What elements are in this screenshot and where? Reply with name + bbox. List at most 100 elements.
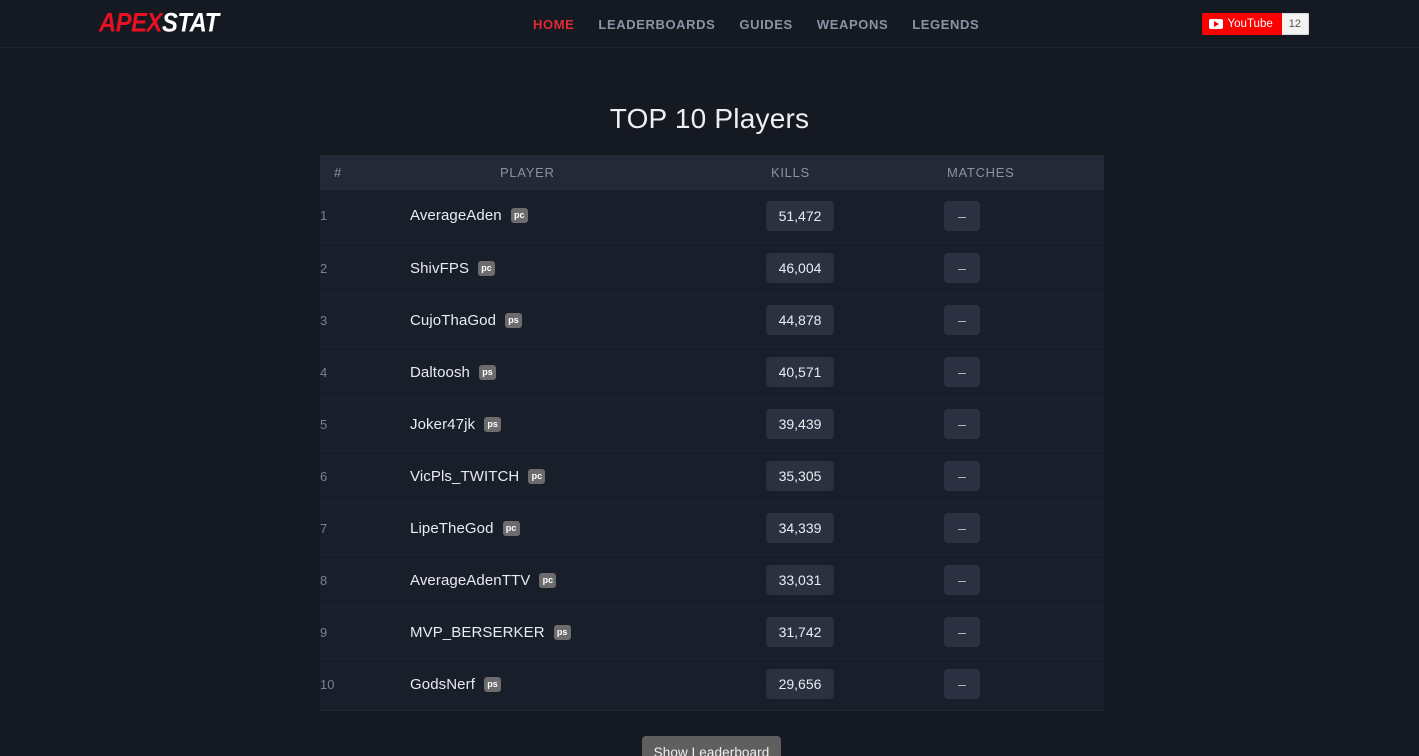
player-name[interactable]: AverageAdenTTV (410, 572, 530, 589)
platform-badge-pc: pc (510, 208, 528, 224)
kills-value: 44,878 (766, 305, 834, 335)
kills-value: 35,305 (766, 461, 834, 491)
table-body: 1 AverageAden pc 51,472 – 2 ShivFPS pc 46,004 – 3 C… (320, 190, 1104, 710)
site-header: APEXSTAT HOME LEADERBOARDS GUIDES WEAPON… (0, 0, 1419, 48)
table-row[interactable]: 5 Joker47jk ps 39,439 – (320, 398, 1104, 450)
player-wrapper: CujoThaGod ps (410, 312, 766, 329)
cell-player: AverageAdenTTV pc (410, 554, 766, 606)
cell-player: Daltoosh ps (410, 346, 766, 398)
top-players-table: # PLAYER KILLS MATCHES 1 AverageAden pc 51,… (320, 155, 1104, 711)
cell-kills: 51,472 (766, 190, 944, 242)
player-name[interactable]: LipeTheGod (410, 520, 494, 537)
nav-item-leaderboards[interactable]: LEADERBOARDS (598, 17, 715, 32)
cell-rank: 8 (320, 572, 328, 588)
column-header-player: PLAYER (410, 155, 766, 190)
matches-value: – (944, 565, 980, 595)
cell-kills: 29,656 (766, 658, 944, 710)
matches-value: – (944, 617, 980, 647)
platform-badge-ps: ps (553, 624, 571, 640)
table-row[interactable]: 4 Daltoosh ps 40,571 – (320, 346, 1104, 398)
table-row[interactable]: 8 AverageAdenTTV pc 33,031 – (320, 554, 1104, 606)
cell-player: AverageAden pc (410, 190, 766, 242)
cell-rank: 6 (320, 468, 328, 484)
table-row[interactable]: 2 ShivFPS pc 46,004 – (320, 242, 1104, 294)
table-header-row: # PLAYER KILLS MATCHES (320, 155, 1104, 190)
player-wrapper: Daltoosh ps (410, 364, 766, 381)
nav-item-weapons[interactable]: WEAPONS (817, 17, 888, 32)
platform-badge-pc: pc (502, 520, 520, 536)
player-name[interactable]: ShivFPS (410, 260, 469, 277)
player-name[interactable]: CujoThaGod (410, 312, 496, 329)
cell-kills: 40,571 (766, 346, 944, 398)
cell-rank: 7 (320, 520, 328, 536)
youtube-subscribe-widget[interactable]: YouTube 12 (1201, 12, 1309, 35)
nav-item-home[interactable]: HOME (533, 17, 574, 32)
player-wrapper: LipeTheGod pc (410, 520, 766, 537)
table-row[interactable]: 6 VicPls_TWITCH pc 35,305 – (320, 450, 1104, 502)
kills-value: 34,339 (766, 513, 834, 543)
cell-matches: – (944, 502, 1104, 554)
cell-matches: – (944, 658, 1104, 710)
cell-rank: 2 (320, 260, 328, 276)
player-name[interactable]: GodsNerf (410, 676, 475, 693)
player-name[interactable]: VicPls_TWITCH (410, 468, 519, 485)
table-row[interactable]: 10 GodsNerf ps 29,656 – (320, 658, 1104, 710)
cell-kills: 35,305 (766, 450, 944, 502)
matches-value: – (944, 253, 980, 283)
cell-matches: – (944, 450, 1104, 502)
cell-rank: 3 (320, 312, 328, 328)
table-row[interactable]: 3 CujoThaGod ps 44,878 – (320, 294, 1104, 346)
player-name[interactable]: Joker47jk (410, 416, 475, 433)
player-name[interactable]: MVP_BERSERKER (410, 624, 545, 641)
table-row[interactable]: 7 LipeTheGod pc 34,339 – (320, 502, 1104, 554)
player-wrapper: ShivFPS pc (410, 260, 766, 277)
matches-value: – (944, 357, 980, 387)
kills-value: 40,571 (766, 357, 834, 387)
cell-rank: 10 (320, 676, 335, 692)
cell-player: CujoThaGod ps (410, 294, 766, 346)
youtube-button[interactable]: YouTube (1201, 12, 1282, 35)
kills-value: 51,472 (766, 200, 834, 231)
matches-value: – (944, 200, 980, 231)
column-header-kills: KILLS (766, 155, 944, 190)
matches-value: – (944, 305, 980, 335)
cell-matches: – (944, 242, 1104, 294)
nav-item-legends[interactable]: LEGENDS (912, 17, 979, 32)
cell-player: MVP_BERSERKER ps (410, 606, 766, 658)
logo-text-apex: APEX (99, 7, 162, 37)
table-row[interactable]: 1 AverageAden pc 51,472 – (320, 190, 1104, 242)
cell-matches: – (944, 398, 1104, 450)
table-header: # PLAYER KILLS MATCHES (320, 155, 1104, 190)
kills-value: 39,439 (766, 409, 834, 439)
cell-kills: 46,004 (766, 242, 944, 294)
platform-badge-ps: ps (484, 416, 502, 432)
kills-value: 31,742 (766, 617, 834, 647)
youtube-button-label: YouTube (1227, 17, 1273, 30)
player-name[interactable]: Daltoosh (410, 364, 470, 381)
site-logo[interactable]: APEXSTAT (99, 7, 235, 37)
player-wrapper: Joker47jk ps (410, 416, 766, 433)
player-wrapper: MVP_BERSERKER ps (410, 624, 766, 641)
platform-badge-pc: pc (478, 260, 496, 276)
matches-value: – (944, 669, 980, 699)
table-row[interactable]: 9 MVP_BERSERKER ps 31,742 – (320, 606, 1104, 658)
platform-badge-pc: pc (528, 468, 546, 484)
cell-matches: – (944, 190, 1104, 242)
kills-value: 46,004 (766, 253, 834, 283)
cell-player: ShivFPS pc (410, 242, 766, 294)
cell-player: VicPls_TWITCH pc (410, 450, 766, 502)
column-header-rank: # (320, 155, 410, 190)
nav-item-guides[interactable]: GUIDES (739, 17, 792, 32)
logo-text-stat: STAT (161, 7, 219, 37)
cell-matches: – (944, 554, 1104, 606)
kills-value: 29,656 (766, 669, 834, 699)
youtube-play-icon (1208, 18, 1223, 29)
player-wrapper: VicPls_TWITCH pc (410, 468, 766, 485)
player-name[interactable]: AverageAden (410, 207, 502, 224)
page-body: TOP 10 Players # PLAYER KILLS MATCHES 1 A… (0, 48, 1419, 756)
cell-kills: 31,742 (766, 606, 944, 658)
cell-matches: – (944, 606, 1104, 658)
cell-player: Joker47jk ps (410, 398, 766, 450)
show-leaderboard-button[interactable]: Show Leaderboard (642, 736, 781, 756)
youtube-subscriber-count: 12 (1281, 12, 1309, 35)
